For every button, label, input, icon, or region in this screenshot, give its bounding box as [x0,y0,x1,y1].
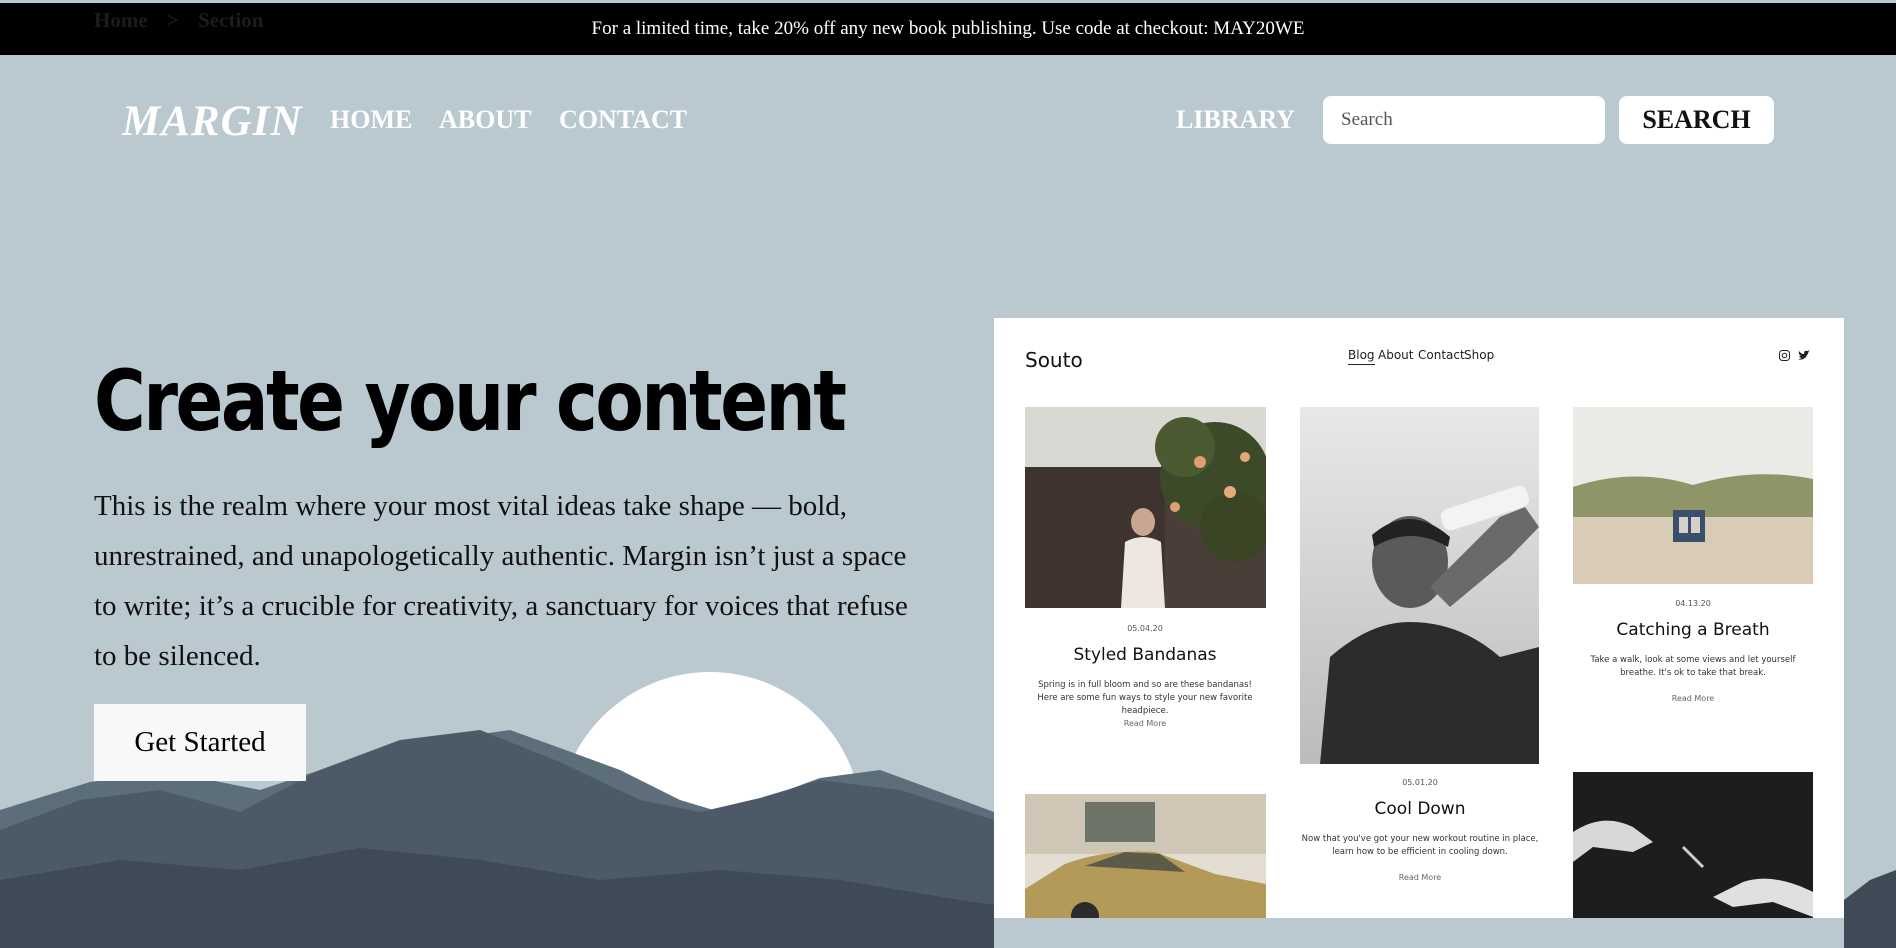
preview-excerpt-line: Spring is in full bloom and so are these… [1038,680,1252,690]
nav-home-link[interactable]: HOME [330,105,412,135]
website-preview-card: Souto Blog About Contact Shop 05.04.20 S… [994,318,1844,918]
promo-text: For a limited time, take 20% off any new… [591,18,1305,39]
preview-read-more: Read More [1671,694,1715,703]
preview-read-more: Read More [1123,719,1167,728]
preview-post-excerpt: Take a walk, look at some views and let … [1573,654,1813,680]
nav-contact-link[interactable]: CONTACT [559,105,687,135]
search-button[interactable]: SEARCH [1619,96,1774,144]
breadcrumb-separator: > [166,8,179,32]
search-input[interactable] [1323,96,1605,144]
top-navigation: MARGIN HOME ABOUT CONTACT LIBRARY SEARCH [0,55,1896,185]
preview-post-date: 05.04.20 [1127,624,1163,633]
preview-post-title: Catching a Breath [1616,620,1770,640]
preview-image-beach [1573,407,1813,584]
mountain-right [1844,870,1896,948]
preview-nav-contact: Contact [1418,348,1465,362]
nav-library-link[interactable]: LIBRARY [1176,105,1295,135]
preview-excerpt-line: Now that you've got your new workout rou… [1301,834,1539,844]
preview-post-title: Cool Down [1374,799,1466,819]
preview-image-car [1025,794,1266,918]
nav-about-link[interactable]: ABOUT [439,105,531,135]
promo-banner: For a limited time, take 20% off any new… [0,3,1896,55]
preview-read-more: Read More [1398,873,1442,882]
preview-nav-about: About [1378,348,1414,362]
preview-nav-blog: Blog [1348,348,1375,365]
preview-excerpt-line: learn how to be efficient in cooling dow… [1332,847,1508,857]
instagram-icon [1779,350,1790,364]
preview-post-date: 04.13.20 [1675,599,1711,608]
breadcrumb-section[interactable]: Section [198,8,263,32]
preview-excerpt-line: Take a walk, look at some views and let … [1590,655,1796,665]
preview-excerpt-line: Here are some fun ways to style your new… [1037,693,1253,716]
preview-post-title: Styled Bandanas [1073,645,1217,665]
preview-image-hands [1573,772,1813,918]
preview-post-excerpt: Now that you've got your new workout rou… [1300,833,1540,859]
preview-image-cool-down [1300,407,1539,764]
site-logo[interactable]: MARGIN [122,97,302,146]
preview-nav-shop: Shop [1464,348,1495,362]
breadcrumb-home[interactable]: Home [94,8,148,32]
preview-brand: Souto [1025,348,1083,372]
breadcrumb: Home > Section [94,8,277,33]
preview-post-excerpt: Spring is in full bloom and so are these… [1025,679,1265,718]
hero-title: Create your content [94,352,847,450]
get-started-button[interactable]: Get Started [94,704,306,781]
preview-excerpt-line: breathe. It's ok to take that break. [1620,668,1766,678]
preview-image-bandanas [1025,407,1266,608]
hero-description: This is the realm where your most vital … [94,490,908,672]
twitter-icon [1798,350,1810,364]
preview-post-date: 05.01.20 [1402,778,1438,787]
